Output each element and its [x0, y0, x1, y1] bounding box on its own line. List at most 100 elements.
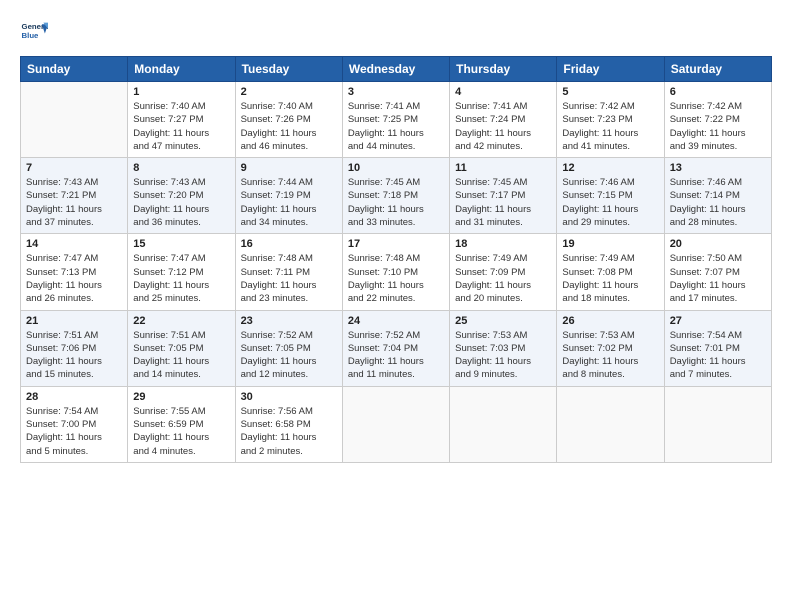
day-info: Sunrise: 7:54 AMSunset: 7:01 PMDaylight:…	[670, 329, 766, 382]
calendar-cell: 25 Sunrise: 7:53 AMSunset: 7:03 PMDayligh…	[450, 310, 557, 386]
day-number: 1	[133, 86, 229, 98]
day-number: 12	[562, 162, 658, 174]
day-info: Sunrise: 7:49 AMSunset: 7:09 PMDaylight:…	[455, 252, 551, 305]
day-number: 9	[241, 162, 337, 174]
day-number: 18	[455, 238, 551, 250]
calendar-cell: 21 Sunrise: 7:51 AMSunset: 7:06 PMDayligh…	[21, 310, 128, 386]
calendar-cell: 6 Sunrise: 7:42 AMSunset: 7:22 PMDaylight…	[664, 82, 771, 158]
day-info: Sunrise: 7:45 AMSunset: 7:18 PMDaylight:…	[348, 176, 444, 229]
day-number: 10	[348, 162, 444, 174]
calendar-cell: 22Sunrise: 7:51 AMSunset: 7:05 PMDayligh…	[128, 310, 235, 386]
calendar-cell: 16 Sunrise: 7:48 AMSunset: 7:11 PMDayligh…	[235, 234, 342, 310]
calendar-cell: 5 Sunrise: 7:42 AMSunset: 7:23 PMDaylight…	[557, 82, 664, 158]
day-info: Sunrise: 7:41 AMSunset: 7:24 PMDaylight:…	[455, 100, 551, 153]
calendar-cell: 24 Sunrise: 7:52 AMSunset: 7:04 PMDayligh…	[342, 310, 449, 386]
calendar-week-row: 28 Sunrise: 7:54 AMSunset: 7:00 PMDayligh…	[21, 386, 772, 462]
calendar-cell: 8 Sunrise: 7:43 AMSunset: 7:20 PMDaylight…	[128, 158, 235, 234]
calendar-table: SundayMondayTuesdayWednesdayThursdayFrid…	[20, 56, 772, 463]
calendar-cell: 27Sunrise: 7:54 AMSunset: 7:01 PMDayligh…	[664, 310, 771, 386]
calendar-cell: 15Sunrise: 7:47 AMSunset: 7:12 PMDayligh…	[128, 234, 235, 310]
calendar-cell: 10 Sunrise: 7:45 AMSunset: 7:18 PMDayligh…	[342, 158, 449, 234]
day-info: Sunrise: 7:47 AMSunset: 7:13 PMDaylight:…	[26, 252, 122, 305]
calendar-cell: 26 Sunrise: 7:53 AMSunset: 7:02 PMDayligh…	[557, 310, 664, 386]
calendar-cell: 4 Sunrise: 7:41 AMSunset: 7:24 PMDaylight…	[450, 82, 557, 158]
calendar-cell: 9 Sunrise: 7:44 AMSunset: 7:19 PMDaylight…	[235, 158, 342, 234]
day-number: 20	[670, 238, 766, 250]
day-number: 5	[562, 86, 658, 98]
day-number: 17	[348, 238, 444, 250]
day-info: Sunrise: 7:41 AMSunset: 7:25 PMDaylight:…	[348, 100, 444, 153]
calendar-cell: 1Sunrise: 7:40 AMSunset: 7:27 PMDaylight…	[128, 82, 235, 158]
day-number: 15	[133, 238, 229, 250]
day-number: 24	[348, 315, 444, 327]
calendar-header-tuesday: Tuesday	[235, 57, 342, 82]
calendar-header-friday: Friday	[557, 57, 664, 82]
calendar-cell: 30Sunrise: 7:56 AMSunset: 6:58 PMDayligh…	[235, 386, 342, 462]
day-info: Sunrise: 7:45 AMSunset: 7:17 PMDaylight:…	[455, 176, 551, 229]
day-info: Sunrise: 7:42 AMSunset: 7:23 PMDaylight:…	[562, 100, 658, 153]
logo-icon: General Blue	[20, 18, 48, 46]
day-info: Sunrise: 7:51 AMSunset: 7:06 PMDaylight:…	[26, 329, 122, 382]
calendar-week-row: 14 Sunrise: 7:47 AMSunset: 7:13 PMDayligh…	[21, 234, 772, 310]
day-number: 3	[348, 86, 444, 98]
day-info: Sunrise: 7:42 AMSunset: 7:22 PMDaylight:…	[670, 100, 766, 153]
day-number: 14	[26, 238, 122, 250]
day-number: 19	[562, 238, 658, 250]
calendar-cell: 12Sunrise: 7:46 AMSunset: 7:15 PMDayligh…	[557, 158, 664, 234]
calendar-header-wednesday: Wednesday	[342, 57, 449, 82]
day-info: Sunrise: 7:52 AMSunset: 7:04 PMDaylight:…	[348, 329, 444, 382]
calendar-cell	[557, 386, 664, 462]
day-info: Sunrise: 7:53 AMSunset: 7:03 PMDaylight:…	[455, 329, 551, 382]
calendar-cell	[450, 386, 557, 462]
calendar-cell: 7Sunrise: 7:43 AMSunset: 7:21 PMDaylight…	[21, 158, 128, 234]
day-info: Sunrise: 7:43 AMSunset: 7:21 PMDaylight:…	[26, 176, 122, 229]
day-info: Sunrise: 7:48 AMSunset: 7:11 PMDaylight:…	[241, 252, 337, 305]
day-number: 29	[133, 391, 229, 403]
calendar-cell: 14 Sunrise: 7:47 AMSunset: 7:13 PMDayligh…	[21, 234, 128, 310]
day-info: Sunrise: 7:40 AMSunset: 7:26 PMDaylight:…	[241, 100, 337, 153]
day-number: 25	[455, 315, 551, 327]
day-info: Sunrise: 7:44 AMSunset: 7:19 PMDaylight:…	[241, 176, 337, 229]
calendar-cell	[342, 386, 449, 462]
day-number: 13	[670, 162, 766, 174]
calendar-cell: 13 Sunrise: 7:46 AMSunset: 7:14 PMDayligh…	[664, 158, 771, 234]
day-number: 2	[241, 86, 337, 98]
day-info: Sunrise: 7:49 AMSunset: 7:08 PMDaylight:…	[562, 252, 658, 305]
calendar-header-saturday: Saturday	[664, 57, 771, 82]
calendar-cell: 3 Sunrise: 7:41 AMSunset: 7:25 PMDaylight…	[342, 82, 449, 158]
calendar-cell: 20Sunrise: 7:50 AMSunset: 7:07 PMDayligh…	[664, 234, 771, 310]
day-number: 6	[670, 86, 766, 98]
day-number: 4	[455, 86, 551, 98]
calendar-cell: 23 Sunrise: 7:52 AMSunset: 7:05 PMDayligh…	[235, 310, 342, 386]
day-number: 8	[133, 162, 229, 174]
calendar-cell: 2 Sunrise: 7:40 AMSunset: 7:26 PMDaylight…	[235, 82, 342, 158]
day-number: 28	[26, 391, 122, 403]
calendar-cell	[664, 386, 771, 462]
day-info: Sunrise: 7:48 AMSunset: 7:10 PMDaylight:…	[348, 252, 444, 305]
calendar-cell: 18 Sunrise: 7:49 AMSunset: 7:09 PMDayligh…	[450, 234, 557, 310]
day-number: 22	[133, 315, 229, 327]
day-info: Sunrise: 7:54 AMSunset: 7:00 PMDaylight:…	[26, 405, 122, 458]
logo: General Blue	[20, 18, 48, 46]
day-info: Sunrise: 7:55 AMSunset: 6:59 PMDaylight:…	[133, 405, 229, 458]
calendar-header-monday: Monday	[128, 57, 235, 82]
calendar-cell: 17 Sunrise: 7:48 AMSunset: 7:10 PMDayligh…	[342, 234, 449, 310]
calendar-cell: 11 Sunrise: 7:45 AMSunset: 7:17 PMDayligh…	[450, 158, 557, 234]
day-number: 16	[241, 238, 337, 250]
calendar-cell	[21, 82, 128, 158]
day-info: Sunrise: 7:46 AMSunset: 7:14 PMDaylight:…	[670, 176, 766, 229]
calendar-cell: 29 Sunrise: 7:55 AMSunset: 6:59 PMDayligh…	[128, 386, 235, 462]
day-number: 23	[241, 315, 337, 327]
day-number: 26	[562, 315, 658, 327]
day-info: Sunrise: 7:43 AMSunset: 7:20 PMDaylight:…	[133, 176, 229, 229]
calendar-week-row: 1Sunrise: 7:40 AMSunset: 7:27 PMDaylight…	[21, 82, 772, 158]
calendar-week-row: 21 Sunrise: 7:51 AMSunset: 7:06 PMDayligh…	[21, 310, 772, 386]
day-info: Sunrise: 7:53 AMSunset: 7:02 PMDaylight:…	[562, 329, 658, 382]
day-number: 30	[241, 391, 337, 403]
day-number: 11	[455, 162, 551, 174]
day-number: 21	[26, 315, 122, 327]
calendar-cell: 19 Sunrise: 7:49 AMSunset: 7:08 PMDayligh…	[557, 234, 664, 310]
page-header: General Blue	[20, 18, 772, 46]
day-info: Sunrise: 7:52 AMSunset: 7:05 PMDaylight:…	[241, 329, 337, 382]
calendar-cell: 28 Sunrise: 7:54 AMSunset: 7:00 PMDayligh…	[21, 386, 128, 462]
